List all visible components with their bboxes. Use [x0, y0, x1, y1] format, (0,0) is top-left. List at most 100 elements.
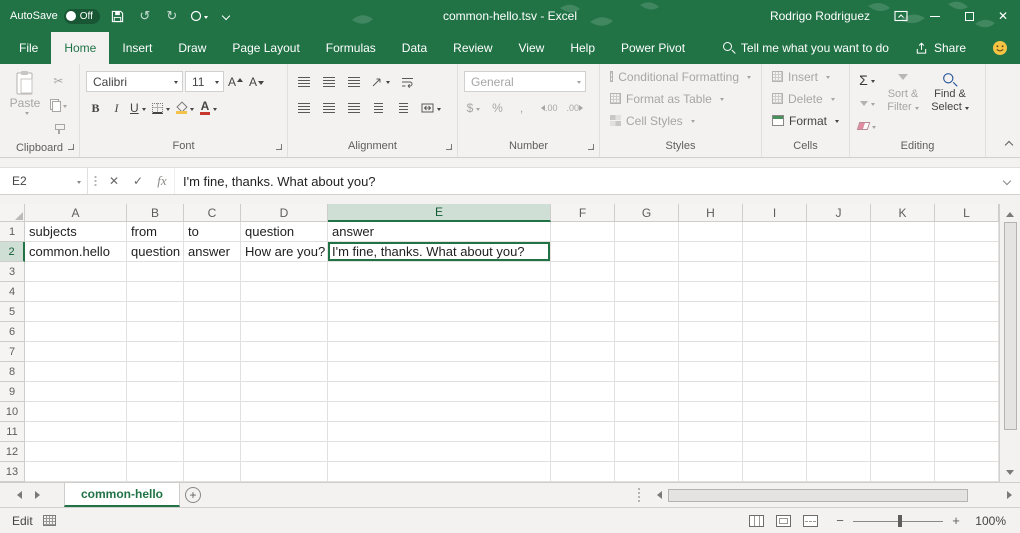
cell-A8[interactable]: [25, 362, 127, 382]
number-dialog-launcher[interactable]: [587, 143, 596, 152]
cell-H11[interactable]: [679, 422, 743, 442]
cell-E13[interactable]: [328, 462, 551, 482]
align-right-button[interactable]: [344, 97, 363, 119]
format-painter-button[interactable]: [48, 118, 69, 140]
cell-C11[interactable]: [184, 422, 241, 442]
cell-F7[interactable]: [551, 342, 615, 362]
cell-C10[interactable]: [184, 402, 241, 422]
borders-button[interactable]: [150, 97, 172, 119]
tab-formulas[interactable]: Formulas: [313, 32, 389, 64]
cell-H2[interactable]: [679, 242, 743, 262]
cell-G9[interactable]: [615, 382, 679, 402]
cell-L10[interactable]: [935, 402, 999, 422]
cell-E10[interactable]: [328, 402, 551, 422]
decrease-indent-button[interactable]: [369, 97, 388, 119]
cell-H6[interactable]: [679, 322, 743, 342]
row-header-1[interactable]: 1: [0, 222, 25, 242]
cell-K6[interactable]: [871, 322, 935, 342]
cell-A12[interactable]: [25, 442, 127, 462]
find-select-button[interactable]: Find & Select: [928, 68, 972, 138]
cell-styles-button[interactable]: Cell Styles: [606, 110, 755, 131]
cell-D8[interactable]: [241, 362, 328, 382]
format-as-table-button[interactable]: Format as Table: [606, 88, 755, 109]
delete-cells-button[interactable]: Delete: [768, 88, 843, 109]
cell-A9[interactable]: [25, 382, 127, 402]
normal-view-button[interactable]: [749, 515, 764, 527]
percent-style-button[interactable]: %: [488, 97, 507, 119]
cell-A11[interactable]: [25, 422, 127, 442]
fill-button[interactable]: [856, 92, 878, 114]
column-header-E[interactable]: E: [328, 204, 551, 222]
zoom-slider-thumb[interactable]: [898, 515, 902, 527]
cell-D6[interactable]: [241, 322, 328, 342]
cell-B11[interactable]: [127, 422, 184, 442]
cell-F5[interactable]: [551, 302, 615, 322]
cell-B12[interactable]: [127, 442, 184, 462]
name-box[interactable]: E2: [0, 168, 88, 194]
accounting-format-button[interactable]: $: [464, 97, 483, 119]
undo-button[interactable]: ↺: [136, 6, 154, 26]
cell-E12[interactable]: [328, 442, 551, 462]
underline-button[interactable]: U: [128, 97, 148, 119]
cell-K9[interactable]: [871, 382, 935, 402]
cell-J11[interactable]: [807, 422, 871, 442]
cell-C5[interactable]: [184, 302, 241, 322]
cell-I4[interactable]: [743, 282, 807, 302]
cell-J4[interactable]: [807, 282, 871, 302]
cell-J9[interactable]: [807, 382, 871, 402]
cell-D2[interactable]: How are you?: [241, 242, 328, 262]
cell-E5[interactable]: [328, 302, 551, 322]
cancel-button[interactable]: ✕: [102, 168, 126, 194]
vertical-scrollbar[interactable]: [999, 204, 1020, 482]
cell-G13[interactable]: [615, 462, 679, 482]
enter-button[interactable]: ✓: [126, 168, 150, 194]
top-align-button[interactable]: [294, 71, 313, 93]
new-sheet-button[interactable]: +: [180, 483, 206, 507]
cell-H8[interactable]: [679, 362, 743, 382]
cell-G7[interactable]: [615, 342, 679, 362]
tab-power-pivot[interactable]: Power Pivot: [608, 32, 698, 64]
cell-H12[interactable]: [679, 442, 743, 462]
cell-G3[interactable]: [615, 262, 679, 282]
scroll-down-button[interactable]: [1000, 466, 1020, 482]
formula-bar-handle[interactable]: [90, 174, 100, 188]
save-button[interactable]: [109, 6, 127, 26]
cell-B4[interactable]: [127, 282, 184, 302]
zoom-slider[interactable]: [853, 514, 943, 528]
cell-F11[interactable]: [551, 422, 615, 442]
insert-function-button[interactable]: fx: [150, 168, 174, 194]
cell-K5[interactable]: [871, 302, 935, 322]
cell-F12[interactable]: [551, 442, 615, 462]
cell-J7[interactable]: [807, 342, 871, 362]
cell-L3[interactable]: [935, 262, 999, 282]
sort-filter-button[interactable]: Sort & Filter: [881, 68, 925, 138]
row-header-4[interactable]: 4: [0, 282, 25, 302]
cell-F1[interactable]: [551, 222, 615, 242]
column-header-F[interactable]: F: [551, 204, 615, 222]
cell-L9[interactable]: [935, 382, 999, 402]
row-header-6[interactable]: 6: [0, 322, 25, 342]
paste-button[interactable]: Paste: [6, 68, 44, 140]
cell-D9[interactable]: [241, 382, 328, 402]
column-header-B[interactable]: B: [127, 204, 184, 222]
cell-H5[interactable]: [679, 302, 743, 322]
cell-I10[interactable]: [743, 402, 807, 422]
cell-K12[interactable]: [871, 442, 935, 462]
font-size-select[interactable]: 11: [185, 71, 224, 92]
cell-G8[interactable]: [615, 362, 679, 382]
cell-B9[interactable]: [127, 382, 184, 402]
column-header-H[interactable]: H: [679, 204, 743, 222]
share-button[interactable]: Share: [915, 41, 966, 55]
zoom-in-button[interactable]: +: [950, 513, 962, 528]
cell-K3[interactable]: [871, 262, 935, 282]
cell-L12[interactable]: [935, 442, 999, 462]
cell-A13[interactable]: [25, 462, 127, 482]
increase-font-size-button[interactable]: A: [226, 71, 245, 93]
cell-E6[interactable]: [328, 322, 551, 342]
italic-button[interactable]: I: [107, 97, 126, 119]
column-header-A[interactable]: A: [25, 204, 127, 222]
cell-H4[interactable]: [679, 282, 743, 302]
sheet-nav-left-button[interactable]: [6, 483, 28, 507]
cell-G11[interactable]: [615, 422, 679, 442]
tab-view[interactable]: View: [506, 32, 558, 64]
